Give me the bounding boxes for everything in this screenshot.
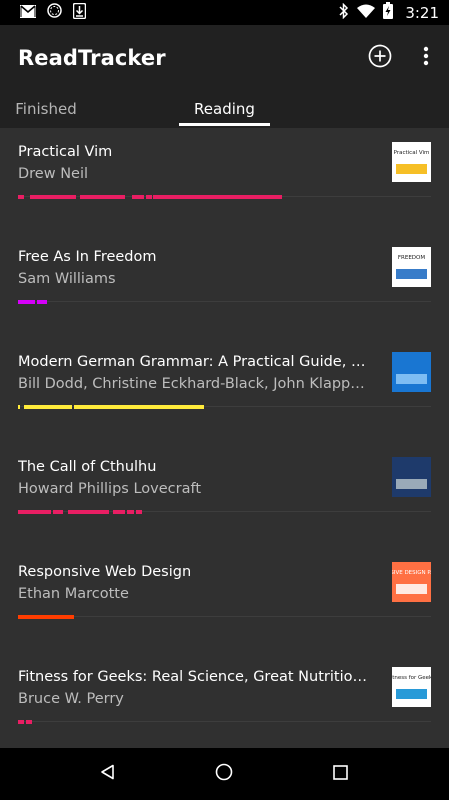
tab-finished-label: Finished <box>15 100 77 118</box>
book-author: Ethan Marcotte <box>18 586 129 602</box>
book-author: Howard Phillips Lovecraft <box>18 481 202 497</box>
book-cover-image: RESPONSIVE DESIGN PATTERNS <box>392 562 431 602</box>
download-icon <box>72 2 87 23</box>
tab-bar: Finished Reading <box>0 90 449 128</box>
book-title: Practical Vim <box>18 144 113 160</box>
system-nav-bar <box>0 748 449 800</box>
progress-segment <box>112 510 126 514</box>
progress-segment <box>36 300 47 304</box>
progress-segment <box>24 405 72 409</box>
progress-segment <box>18 195 25 199</box>
reading-progress <box>18 300 431 304</box>
reading-progress <box>18 510 431 514</box>
back-icon <box>100 764 116 784</box>
home-icon <box>215 763 233 785</box>
svg-text:FREEDOM: FREEDOM <box>398 255 425 261</box>
book-list-item[interactable]: The Call of Cthulhu Howard Phillips Love… <box>0 443 449 548</box>
status-time: 3:21 <box>405 3 439 22</box>
wifi-icon <box>357 3 376 22</box>
progress-segment <box>79 195 126 199</box>
progress-segment <box>153 195 283 199</box>
add-circle-icon <box>368 44 392 72</box>
book-author: Sam Williams <box>18 271 116 287</box>
reading-progress <box>18 405 431 409</box>
svg-text:RESPONSIVE DESIGN PATTERNS: RESPONSIVE DESIGN PATTERNS <box>392 570 431 576</box>
tab-indicator <box>179 123 270 126</box>
progress-segment <box>131 195 144 199</box>
book-list-item[interactable]: Responsive Web Design Ethan Marcotte RES… <box>0 548 449 653</box>
sync-icon <box>47 3 62 22</box>
book-author: Bruce W. Perry <box>18 691 124 707</box>
book-cover-image: FREEDOM <box>392 247 431 287</box>
overflow-menu-button[interactable] <box>403 35 449 81</box>
book-title: The Call of Cthulhu <box>18 459 157 475</box>
tab-reading-label: Reading <box>194 100 255 118</box>
book-cover-image <box>392 352 431 392</box>
home-button[interactable] <box>199 749 249 799</box>
progress-segment <box>67 510 109 514</box>
progress-segment <box>127 510 134 514</box>
progress-segment <box>30 195 76 199</box>
book-title: Modern German Grammar: A Practical Guide… <box>18 354 373 370</box>
progress-segment <box>18 510 52 514</box>
reading-progress <box>18 720 431 724</box>
reading-progress <box>18 195 431 199</box>
progress-segment <box>53 510 64 514</box>
recents-icon <box>333 764 349 784</box>
svg-text:Practical Vim: Practical Vim <box>394 150 430 156</box>
progress-segment <box>18 405 21 409</box>
app-bar: ReadTracker <box>0 25 449 90</box>
book-list-item[interactable]: Fitness for Geeks: Real Science, Great N… <box>0 653 449 748</box>
app-title: ReadTracker <box>18 45 166 70</box>
book-title: Responsive Web Design <box>18 564 192 580</box>
bluetooth-icon <box>339 2 349 23</box>
book-title: Free As In Freedom <box>18 249 157 265</box>
svg-text:Fitness for Geeks: Fitness for Geeks <box>392 675 431 681</box>
book-author: Bill Dodd, Christine Eckhard-Black, John… <box>18 376 373 392</box>
progress-segment <box>18 300 35 304</box>
book-title: Fitness for Geeks: Real Science, Great N… <box>18 669 373 685</box>
progress-segment <box>18 720 25 724</box>
back-button[interactable] <box>83 749 133 799</box>
gmail-icon <box>20 3 36 22</box>
progress-segment <box>73 405 204 409</box>
progress-segment <box>18 615 74 619</box>
status-bar: 3:21 <box>0 0 449 25</box>
reading-progress <box>18 615 431 619</box>
progress-segment <box>135 510 142 514</box>
book-list-item[interactable]: Practical Vim Drew Neil Practical Vim <box>0 128 449 233</box>
add-book-button[interactable] <box>357 35 403 81</box>
book-cover-image: Fitness for Geeks <box>392 667 431 707</box>
progress-segment <box>146 195 153 199</box>
book-cover-image <box>392 457 431 497</box>
progress-segment <box>26 720 33 724</box>
book-list[interactable]: Practical Vim Drew Neil Practical Vim Fr… <box>0 128 449 748</box>
book-author: Drew Neil <box>18 166 89 182</box>
recents-button[interactable] <box>316 749 366 799</box>
book-list-item[interactable]: Free As In Freedom Sam Williams FREEDOM <box>0 233 449 338</box>
more-vert-icon <box>423 46 429 70</box>
book-cover-image: Practical Vim <box>392 142 431 182</box>
tab-finished[interactable]: Finished <box>0 90 92 128</box>
book-list-item[interactable]: Modern German Grammar: A Practical Guide… <box>0 338 449 443</box>
battery-charging-icon <box>383 2 394 23</box>
